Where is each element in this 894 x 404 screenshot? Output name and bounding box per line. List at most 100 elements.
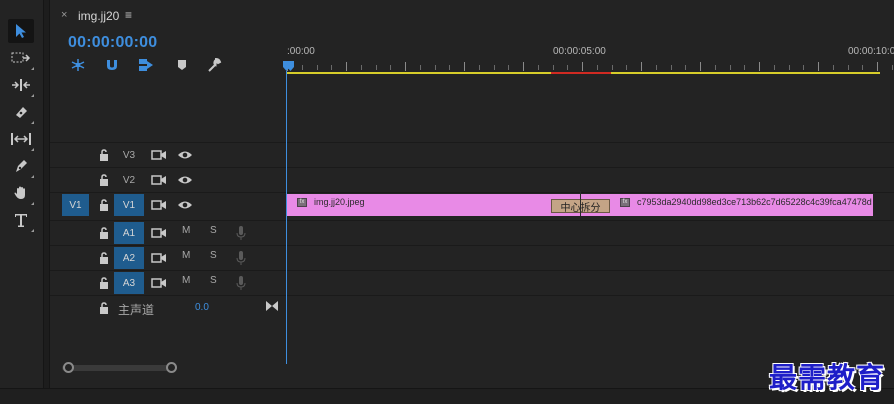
ruler-tick [435,65,436,70]
master-track-label: 主声道 [118,303,155,317]
slip-tool-icon[interactable] [8,127,34,151]
playhead-timecode[interactable]: 00:00:00:00 [68,34,157,52]
ruler-tick [641,62,642,71]
edit-point-line [580,191,581,216]
linked-selection-icon[interactable] [137,57,155,73]
sync-lock-icon[interactable] [151,227,167,239]
sync-lock-icon[interactable] [151,174,167,186]
ruler-tick [494,65,495,70]
ruler-tick [715,65,716,70]
ruler-tick [567,65,568,70]
track-lane[interactable] [287,296,894,320]
track-name[interactable]: A1 [114,222,144,244]
horizontal-scrollbar[interactable] [62,365,177,371]
track-v2: V2 [50,167,894,191]
eye-icon[interactable] [177,199,193,211]
lock-icon[interactable] [98,173,110,187]
ruler-tick [376,65,377,70]
track-lane[interactable] [287,168,894,192]
eye-icon[interactable] [177,149,193,161]
ruler-tick [685,65,686,70]
track-v1: V1 V1 fx img.jj20.jpeg fx c7953da2940dd9… [50,192,894,216]
track-lane[interactable] [287,143,894,167]
ruler-tick [744,65,745,70]
microphone-icon[interactable] [236,225,246,241]
ruler-tick [803,65,804,70]
hand-tool-icon[interactable] [8,181,34,205]
sync-lock-icon[interactable] [151,149,167,161]
wrench-icon[interactable] [205,57,223,73]
ruler-tick [833,65,834,70]
track-lane[interactable] [287,221,894,245]
lock-icon[interactable] [98,276,110,290]
track-name[interactable]: V2 [114,169,144,191]
solo-button[interactable]: S [210,250,217,261]
scroll-right-handle[interactable] [166,362,177,373]
track-name[interactable]: A2 [114,247,144,269]
track-name[interactable]: A3 [114,272,144,294]
sequence-title[interactable]: img.jj20 [78,9,119,23]
ruler-tick [789,65,790,70]
mute-button[interactable]: M [182,225,190,236]
clip-image[interactable]: fx img.jj20.jpeg [287,194,552,216]
ruler-tick [538,65,539,70]
track-a1: A1 M S [50,220,894,244]
ruler-tick [877,62,878,71]
type-tool-icon[interactable] [8,208,34,232]
sync-lock-icon[interactable] [151,277,167,289]
marker-icon[interactable] [173,57,191,73]
bowtie-icon[interactable] [266,301,278,311]
ruler-tick [449,65,450,70]
ruler-tick [862,65,863,70]
ruler-tick [774,65,775,70]
ruler-tick [848,65,849,70]
ruler-tick [612,65,613,70]
solo-button[interactable]: S [210,275,217,286]
sync-lock-icon[interactable] [151,252,167,264]
track-name[interactable]: V1 [114,194,144,216]
mute-button[interactable]: M [182,250,190,261]
scroll-left-handle[interactable] [63,362,74,373]
source-patch-v1[interactable]: V1 [62,194,89,216]
ruler-tick [700,62,701,71]
clip-name: img.jj20.jpeg [314,197,365,207]
lock-icon[interactable] [98,251,110,265]
track-select-tool-icon[interactable] [8,46,34,70]
pen-tool-icon[interactable] [8,154,34,178]
mute-button[interactable]: M [182,275,190,286]
track-lane[interactable] [287,271,894,295]
panel-menu-icon[interactable]: ≡ [125,8,132,22]
ripple-edit-tool-icon[interactable] [8,73,34,97]
ruler-tick [730,65,731,70]
eye-icon[interactable] [177,174,193,186]
track-name[interactable]: V3 [114,144,144,166]
sequence-tab[interactable]: × img.jj20 ≡ [50,0,894,30]
ruler-tick [582,62,583,71]
ruler-label: :00:00 [287,46,315,57]
track-a2: A2 M S [50,245,894,269]
clip-image-2[interactable]: fx c7953da2940dd98ed3ce713b62c7d65228c4c… [610,194,873,216]
lock-icon[interactable] [98,198,110,212]
lock-icon[interactable] [98,301,110,315]
magnet-icon[interactable] [103,57,121,73]
lock-icon[interactable] [98,226,110,240]
ruler-tick [302,65,303,70]
close-tab-button[interactable]: × [61,9,67,21]
master-volume-value[interactable]: 0.0 [195,302,209,313]
lock-icon[interactable] [98,148,110,162]
microphone-icon[interactable] [236,250,246,266]
track-master: 主声道 0.0 [50,295,894,321]
playhead-handle-top[interactable] [283,61,290,71]
microphone-icon[interactable] [236,275,246,291]
playhead-line[interactable] [286,71,287,364]
time-ruler[interactable]: :00:00 00:00:05:00 00:00:10:00 [287,38,894,76]
selection-tool-icon[interactable] [8,19,34,43]
snap-insert-icon[interactable] [69,57,87,73]
track-lane[interactable]: fx img.jj20.jpeg fx c7953da2940dd98ed3ce… [287,193,894,217]
track-lane[interactable] [287,246,894,270]
track-a3: A3 M S [50,270,894,294]
solo-button[interactable]: S [210,225,217,236]
ruler-tick [331,65,332,70]
razor-tool-icon[interactable] [8,100,34,124]
sync-lock-icon[interactable] [151,199,167,211]
